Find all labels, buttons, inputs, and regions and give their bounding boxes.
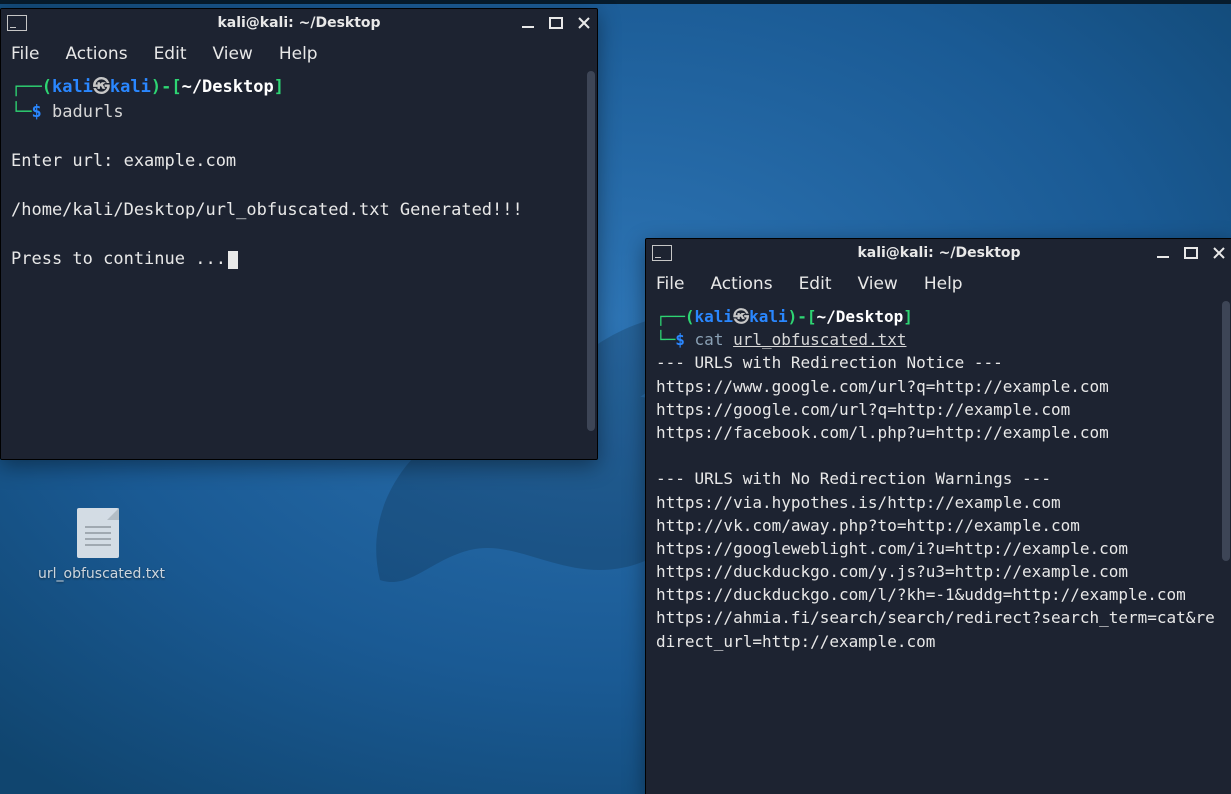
cursor xyxy=(228,251,238,269)
menu-file[interactable]: File xyxy=(11,44,39,64)
window-title: kali@kali: ~/Desktop xyxy=(1,15,597,31)
command-text: badurls xyxy=(52,102,124,122)
output-line: https://google.com/url?q=http://example.… xyxy=(656,400,1070,419)
output-line: https://googleweblight.com/i?u=http://ex… xyxy=(656,539,1128,558)
menu-edit[interactable]: Edit xyxy=(154,44,187,64)
minimize-button[interactable] xyxy=(1156,246,1170,260)
terminal-icon xyxy=(7,15,27,31)
menu-help[interactable]: Help xyxy=(279,44,318,64)
menu-actions[interactable]: Actions xyxy=(710,274,772,294)
command-arg: url_obfuscated.txt xyxy=(733,330,906,349)
output-line: http://vk.com/away.php?to=http://example… xyxy=(656,516,1080,535)
output-line: --- URLS with Redirection Notice --- xyxy=(656,353,1003,372)
maximize-button[interactable] xyxy=(549,16,563,30)
desktop-file-url-obfuscated[interactable]: url_obfuscated.txt xyxy=(38,508,158,582)
scrollbar-thumb[interactable] xyxy=(587,71,595,431)
maximize-button[interactable] xyxy=(1184,246,1198,260)
output-line: https://duckduckgo.com/l/?kh=-1&uddg=htt… xyxy=(656,585,1186,604)
menu-edit[interactable]: Edit xyxy=(799,274,832,294)
close-button[interactable] xyxy=(1212,246,1226,260)
menu-view[interactable]: View xyxy=(212,44,252,64)
text-file-icon xyxy=(77,508,119,558)
output-line: /home/kali/Desktop/url_obfuscated.txt Ge… xyxy=(11,200,523,220)
menubar: File Actions Edit View Help xyxy=(646,267,1231,301)
terminal-output[interactable]: ┌──(kali㉿kali)-[~/Desktop] └─$ badurls E… xyxy=(1,71,597,459)
menu-file[interactable]: File xyxy=(656,274,684,294)
terminal-icon xyxy=(652,245,672,261)
terminal-window-1[interactable]: kali@kali: ~/Desktop File Actions Edit V… xyxy=(0,8,598,460)
output-line: https://www.google.com/url?q=http://exam… xyxy=(656,377,1109,396)
output-line: Press to continue ... xyxy=(11,249,226,269)
output-line: https://duckduckgo.com/y.js?u3=http://ex… xyxy=(656,562,1128,581)
top-taskbar xyxy=(0,0,1231,4)
output-line: --- URLS with No Redirection Warnings --… xyxy=(656,469,1051,488)
terminal-output[interactable]: ┌──(kali㉿kali)-[~/Desktop] └─$ cat url_o… xyxy=(646,301,1231,794)
output-line: Enter url: example.com xyxy=(11,151,236,171)
close-button[interactable] xyxy=(577,16,591,30)
menu-actions[interactable]: Actions xyxy=(65,44,127,64)
desktop-file-label: url_obfuscated.txt xyxy=(38,566,158,582)
command-cat: cat xyxy=(695,330,724,349)
menu-help[interactable]: Help xyxy=(924,274,963,294)
titlebar[interactable]: kali@kali: ~/Desktop xyxy=(1,9,597,37)
window-title: kali@kali: ~/Desktop xyxy=(646,245,1231,261)
terminal-window-2[interactable]: kali@kali: ~/Desktop File Actions Edit V… xyxy=(645,238,1231,794)
menu-view[interactable]: View xyxy=(857,274,897,294)
desktop: 🔍 File System 🏠 Home url_obfuscated.txt … xyxy=(0,0,1231,794)
output-line: https://via.hypothes.is/http://example.c… xyxy=(656,493,1061,512)
menubar: File Actions Edit View Help xyxy=(1,37,597,71)
titlebar[interactable]: kali@kali: ~/Desktop xyxy=(646,239,1231,267)
output-line: https://ahmia.fi/search/search/redirect?… xyxy=(656,608,1215,650)
minimize-button[interactable] xyxy=(521,16,535,30)
scrollbar-thumb[interactable] xyxy=(1222,301,1230,561)
output-line: https://facebook.com/l.php?u=http://exam… xyxy=(656,423,1109,442)
